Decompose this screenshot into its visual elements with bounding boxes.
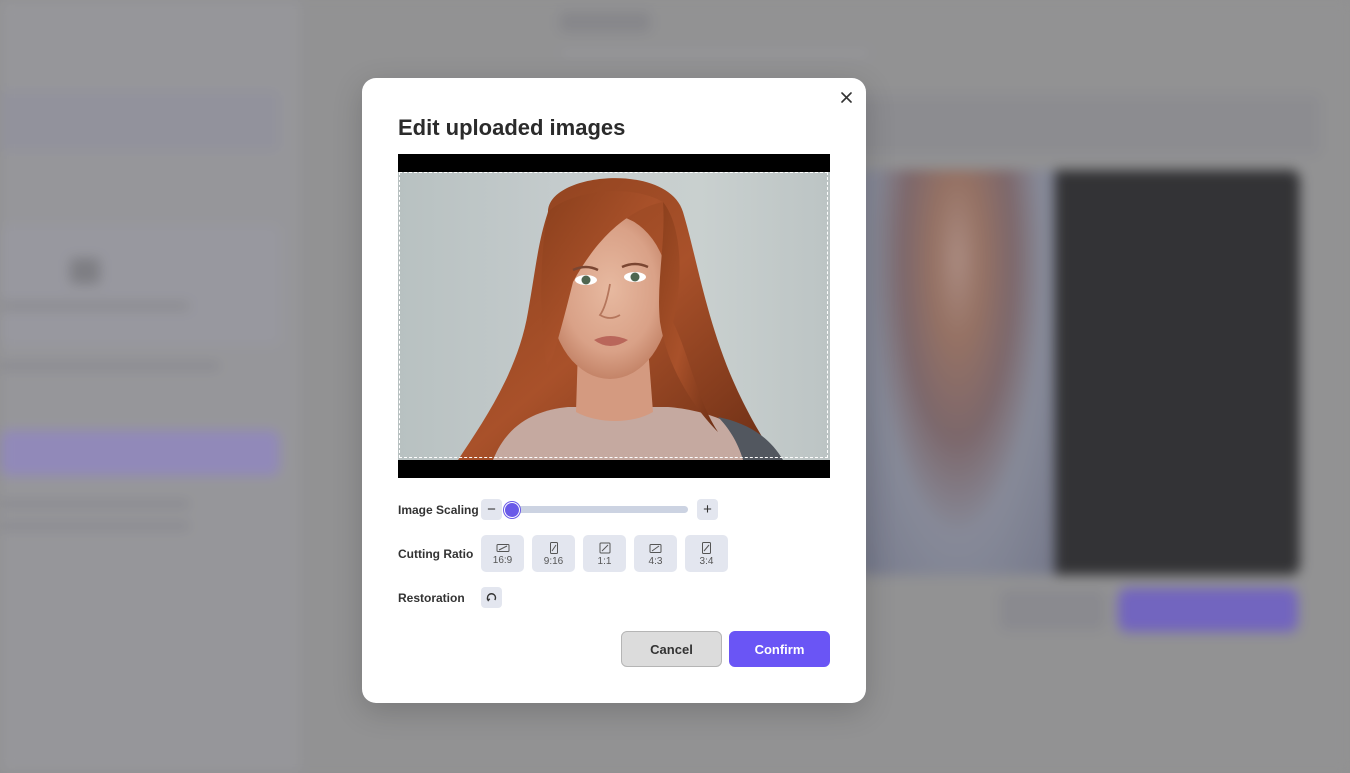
restoration-label: Restoration <box>398 590 465 605</box>
ratio-label: 4:3 <box>648 555 663 567</box>
ratio-3-4-icon <box>702 542 711 554</box>
cutting-ratio-label: Cutting Ratio <box>398 546 474 561</box>
close-icon <box>840 91 852 103</box>
slider-thumb[interactable] <box>504 501 520 518</box>
ratio-1-1-icon <box>599 542 610 554</box>
ratio-4-3-icon <box>649 543 662 553</box>
close-button[interactable] <box>836 87 856 107</box>
minus-icon: − <box>487 501 496 518</box>
ratio-label: 3:4 <box>699 556 714 567</box>
image-scaling-slider[interactable] <box>504 501 688 518</box>
ratio-16-9-icon <box>496 544 509 552</box>
zoom-out-button[interactable]: − <box>481 499 502 520</box>
ratio-3-4-button[interactable]: 3:4 <box>685 535 728 572</box>
restoration-row: Restoration <box>398 587 502 608</box>
ratio-label: 16:9 <box>492 555 513 566</box>
ratio-label: 1:1 <box>597 556 612 567</box>
restore-button[interactable] <box>481 587 502 608</box>
uploaded-photo <box>398 172 830 460</box>
ratio-4-3-button[interactable]: 4:3 <box>634 535 677 572</box>
ratio-1-1-button[interactable]: 1:1 <box>583 535 626 572</box>
zoom-in-button[interactable]: + <box>697 499 718 520</box>
image-scaling-row: Image Scaling − + <box>398 499 718 520</box>
image-edit-canvas[interactable] <box>398 154 830 478</box>
image-scaling-label: Image Scaling <box>398 502 479 517</box>
edit-images-dialog: Edit uploaded images Image Scaling − + C… <box>362 78 866 703</box>
cancel-button[interactable]: Cancel <box>621 631 722 667</box>
restore-icon <box>486 593 497 602</box>
dialog-title: Edit uploaded images <box>398 115 626 140</box>
cutting-ratio-row: Cutting Ratio 16:9 9:16 1:1 4:3 3:4 <box>398 535 728 572</box>
plus-icon: + <box>703 501 712 518</box>
ratio-9-16-icon <box>549 542 558 554</box>
ratio-16-9-button[interactable]: 16:9 <box>481 535 524 572</box>
ratio-label: 9:16 <box>543 556 564 567</box>
confirm-button[interactable]: Confirm <box>729 631 830 667</box>
portrait-image <box>458 178 783 460</box>
ratio-9-16-button[interactable]: 9:16 <box>532 535 575 572</box>
